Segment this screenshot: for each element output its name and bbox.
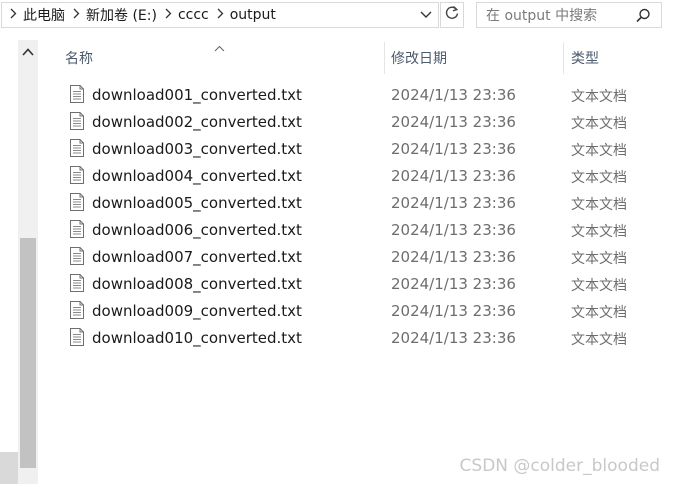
address-bar-row: 此电脑 新加卷 (E:) cccc output 在 output 中搜索 (0, 0, 674, 31)
file-type: 文本文档 (571, 305, 627, 321)
refresh-button[interactable] (440, 2, 464, 28)
file-date-modified: 2024/1/13 23:36 (391, 329, 516, 347)
breadcrumb-volume-e[interactable]: 新加卷 (E:) (86, 5, 157, 25)
file-type: 文本文档 (571, 224, 627, 240)
watermark: CSDN @colder_blooded (459, 456, 660, 476)
sort-ascending-icon (214, 37, 225, 56)
file-date-modified: 2024/1/13 23:36 (391, 221, 516, 239)
text-file-icon (70, 274, 84, 296)
address-bar[interactable]: 此电脑 新加卷 (E:) cccc output (1, 2, 439, 28)
file-type: 文本文档 (571, 170, 627, 186)
file-date-modified: 2024/1/13 23:36 (391, 194, 516, 212)
text-file-icon (70, 328, 84, 350)
text-file-icon (70, 220, 84, 242)
chevron-up-icon[interactable] (18, 42, 38, 62)
file-name: download001_converted.txt (92, 86, 302, 104)
search-input[interactable]: 在 output 中搜索 (476, 2, 662, 28)
chevron-right-icon[interactable] (209, 8, 230, 23)
breadcrumb-output[interactable]: output (230, 7, 276, 23)
file-type: 文本文档 (571, 278, 627, 294)
file-row[interactable]: download006_converted.txt 2024/1/13 23:36… (64, 218, 654, 245)
chevron-right-icon[interactable] (65, 8, 86, 23)
breadcrumb-this-pc[interactable]: 此电脑 (23, 5, 65, 25)
text-file-icon (70, 247, 84, 269)
file-row[interactable]: download002_converted.txt 2024/1/13 23:36… (64, 110, 654, 137)
chevron-right-icon[interactable] (157, 8, 178, 23)
search-placeholder: 在 output 中搜索 (486, 8, 598, 24)
file-date-modified: 2024/1/13 23:36 (391, 302, 516, 320)
file-row[interactable]: download005_converted.txt 2024/1/13 23:36… (64, 191, 654, 218)
text-file-icon (70, 85, 84, 107)
file-name: download003_converted.txt (92, 140, 302, 158)
text-file-icon (70, 112, 84, 134)
file-type: 文本文档 (571, 89, 627, 105)
file-date-modified: 2024/1/13 23:36 (391, 275, 516, 293)
file-name: download009_converted.txt (92, 302, 302, 320)
file-date-modified: 2024/1/13 23:36 (391, 167, 516, 185)
refresh-icon (444, 5, 460, 25)
file-row[interactable]: download004_converted.txt 2024/1/13 23:36… (64, 164, 654, 191)
column-header-type[interactable]: 类型 (571, 48, 599, 68)
column-header-date-modified[interactable]: 修改日期 (391, 48, 447, 68)
file-name: download007_converted.txt (92, 248, 302, 266)
chevron-right-icon[interactable] (2, 8, 23, 23)
chevron-down-icon[interactable] (420, 7, 432, 26)
file-row[interactable]: download010_converted.txt 2024/1/13 23:36… (64, 326, 654, 353)
file-row[interactable]: download008_converted.txt 2024/1/13 23:36… (64, 272, 654, 299)
nav-pane-edge (0, 452, 18, 484)
file-name: download006_converted.txt (92, 221, 302, 239)
file-name: download010_converted.txt (92, 329, 302, 347)
file-row[interactable]: download003_converted.txt 2024/1/13 23:36… (64, 137, 654, 164)
file-type: 文本文档 (571, 143, 627, 159)
file-name: download004_converted.txt (92, 167, 302, 185)
file-date-modified: 2024/1/13 23:36 (391, 140, 516, 158)
scrollbar-thumb[interactable] (20, 238, 36, 468)
breadcrumb-cccc[interactable]: cccc (178, 7, 209, 23)
nav-pane-scrollbar[interactable] (18, 40, 38, 484)
file-type: 文本文档 (571, 116, 627, 132)
file-name: download008_converted.txt (92, 275, 302, 293)
file-row[interactable]: download007_converted.txt 2024/1/13 23:36… (64, 245, 654, 272)
file-name: download005_converted.txt (92, 194, 302, 212)
file-name: download002_converted.txt (92, 113, 302, 131)
file-date-modified: 2024/1/13 23:36 (391, 248, 516, 266)
text-file-icon (70, 139, 84, 161)
column-header-name[interactable]: 名称 (65, 48, 93, 68)
search-icon[interactable] (636, 8, 651, 27)
file-row[interactable]: download001_converted.txt 2024/1/13 23:36… (64, 83, 654, 110)
column-divider[interactable] (384, 42, 385, 74)
file-type: 文本文档 (571, 251, 627, 267)
text-file-icon (70, 193, 84, 215)
text-file-icon (70, 301, 84, 323)
column-divider[interactable] (563, 42, 564, 74)
file-type: 文本文档 (571, 197, 627, 213)
file-type: 文本文档 (571, 332, 627, 348)
text-file-icon (70, 166, 84, 188)
file-row[interactable]: download009_converted.txt 2024/1/13 23:36… (64, 299, 654, 326)
file-date-modified: 2024/1/13 23:36 (391, 113, 516, 131)
file-date-modified: 2024/1/13 23:36 (391, 86, 516, 104)
